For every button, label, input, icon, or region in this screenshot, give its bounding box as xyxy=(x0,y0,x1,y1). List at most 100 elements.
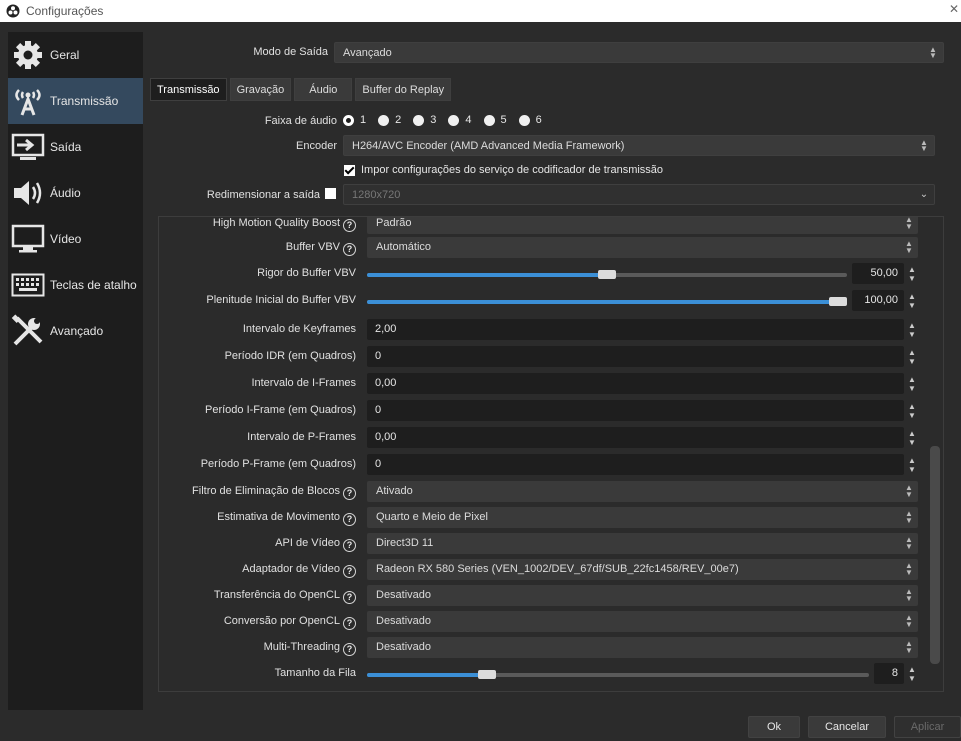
video-api-select[interactable]: Direct3D 11 ▲ ▼ xyxy=(367,533,918,554)
sidebar-item-label: Transmissão xyxy=(50,94,119,108)
pframe-interval-input[interactable]: 0,00 xyxy=(367,427,904,448)
settings-sidebar: Geral Transmissão Saída Áudio Vídeo Tecl… xyxy=(8,32,143,710)
help-icon[interactable]: ? xyxy=(343,565,356,578)
ok-button[interactable]: Ok xyxy=(748,716,800,738)
idr-input[interactable]: 0 xyxy=(367,346,904,367)
encoder-settings-panel: High Motion Quality Boost? Padrão ▲ ▼ Buff… xyxy=(158,216,944,692)
vbv-fill-slider[interactable] xyxy=(367,297,847,306)
select-value: Automático xyxy=(376,241,432,253)
spin-arrows-icon[interactable]: ▲ ▼ xyxy=(905,263,919,284)
setting-row-keyframe: Intervalo de Keyframes 2,00 ▲ ▼ xyxy=(159,319,939,341)
help-icon[interactable]: ? xyxy=(343,243,356,256)
close-icon[interactable]: ✕ xyxy=(949,2,959,16)
help-icon[interactable]: ? xyxy=(343,487,356,500)
spin-arrows-icon[interactable]: ▲ ▼ xyxy=(905,373,919,394)
setting-label: Multi-Threading? xyxy=(264,641,356,656)
spin-arrows-icon[interactable]: ▲ ▼ xyxy=(905,290,919,311)
slider-handle[interactable] xyxy=(478,670,497,679)
help-icon[interactable]: ? xyxy=(343,617,356,630)
select-value: Direct3D 11 xyxy=(376,537,434,549)
opencl-convert-select[interactable]: Desativado ▲ ▼ xyxy=(367,611,918,632)
updown-arrows-icon: ▲ ▼ xyxy=(905,216,913,231)
high-motion-select[interactable]: Padrão ▲ ▼ xyxy=(367,216,918,234)
sidebar-item-output[interactable]: Saída xyxy=(8,124,143,170)
multithread-select[interactable]: Desativado ▲ ▼ xyxy=(367,637,918,658)
setting-label: Período IDR (em Quadros) xyxy=(224,350,356,362)
help-icon[interactable]: ? xyxy=(343,513,356,526)
sidebar-item-stream[interactable]: Transmissão xyxy=(8,78,143,124)
encoder-select[interactable]: H264/AVC Encoder (AMD Advanced Media Fra… xyxy=(343,135,935,156)
panel-scrollbar[interactable] xyxy=(930,446,940,664)
audio-track-radio-2[interactable] xyxy=(378,114,390,126)
iframe-period-input[interactable]: 0 xyxy=(367,400,904,421)
updown-arrows-icon: ▲ ▼ xyxy=(920,138,928,153)
iframe-interval-input[interactable]: 0,00 xyxy=(367,373,904,394)
speaker-icon xyxy=(10,175,46,211)
queue-size-slider[interactable] xyxy=(367,670,869,679)
help-icon[interactable]: ? xyxy=(343,539,356,552)
vbv-fill-value[interactable]: 100,00 xyxy=(852,290,904,311)
video-adapter-select[interactable]: Radeon RX 580 Series (VEN_1002/DEV_67df/… xyxy=(367,559,918,580)
sidebar-item-hotkeys[interactable]: Teclas de atalho xyxy=(8,262,143,308)
obs-logo-icon xyxy=(6,4,20,18)
tab-replay-buffer[interactable]: Buffer do Replay xyxy=(355,78,452,101)
audio-track-radio-6[interactable] xyxy=(518,114,530,126)
setting-label: Intervalo de I-Frames xyxy=(251,377,356,389)
deblock-select[interactable]: Ativado ▲ ▼ xyxy=(367,481,918,502)
vbv-select[interactable]: Automático ▲ ▼ xyxy=(367,237,918,258)
output-mode-select[interactable]: Avançado ▲ ▼ xyxy=(334,42,944,63)
slider-handle[interactable] xyxy=(598,270,616,279)
motion-estimation-select[interactable]: Quarto e Meio de Pixel ▲ ▼ xyxy=(367,507,918,528)
setting-row-queue: Tamanho da Fila 8 ▲ ▼ xyxy=(159,663,939,685)
encoder-label: Encoder xyxy=(296,140,337,152)
audio-track-radio-3[interactable] xyxy=(413,114,425,126)
sidebar-item-label: Áudio xyxy=(50,186,81,200)
spin-arrows-icon[interactable]: ▲ ▼ xyxy=(905,454,919,475)
queue-size-value[interactable]: 8 xyxy=(874,663,904,684)
audio-track-radio-1[interactable] xyxy=(343,114,354,126)
enforce-settings-checkbox[interactable] xyxy=(344,164,355,176)
setting-row-api: API de Vídeo? Direct3D 11 ▲ ▼ xyxy=(159,533,939,555)
output-tabs: Transmissão Gravação Áudio Buffer do Rep… xyxy=(150,78,454,101)
slider-handle[interactable] xyxy=(829,297,847,306)
rescale-select[interactable]: 1280x720 ⌄ xyxy=(343,184,935,205)
updown-arrows-icon: ▲ ▼ xyxy=(905,613,913,629)
pframe-period-input[interactable]: 0 xyxy=(367,454,904,475)
monitor-icon xyxy=(10,221,46,257)
sidebar-item-advanced[interactable]: Avançado xyxy=(8,308,143,354)
setting-label: Transferência do OpenCL? xyxy=(214,589,356,604)
help-icon[interactable]: ? xyxy=(343,591,356,604)
select-value: Radeon RX 580 Series (VEN_1002/DEV_67df/… xyxy=(376,563,739,575)
spin-arrows-icon[interactable]: ▲ ▼ xyxy=(905,346,919,367)
setting-label: Período I-Frame (em Quadros) xyxy=(205,404,356,416)
rescale-checkbox[interactable] xyxy=(325,188,336,199)
setting-row-vbv: Buffer VBV? Automático ▲ ▼ xyxy=(159,237,939,259)
setting-label: API de Vídeo? xyxy=(275,537,356,552)
tab-recording[interactable]: Gravação xyxy=(229,78,292,101)
tab-audio[interactable]: Áudio xyxy=(294,78,353,101)
radio-label: 4 xyxy=(465,114,472,126)
radio-label: 1 xyxy=(360,114,367,126)
sidebar-item-general[interactable]: Geral xyxy=(8,32,143,78)
vbv-strict-slider[interactable] xyxy=(367,270,847,279)
keyframe-input[interactable]: 2,00 xyxy=(367,319,904,340)
vbv-strict-value[interactable]: 50,00 xyxy=(852,263,904,284)
cancel-button[interactable]: Cancelar xyxy=(808,716,886,738)
spin-arrows-icon[interactable]: ▲ ▼ xyxy=(905,663,919,684)
help-icon[interactable]: ? xyxy=(343,219,356,232)
audio-track-radio-5[interactable] xyxy=(483,114,495,126)
setting-row-deblock: Filtro de Eliminação de Blocos? Ativado ▲… xyxy=(159,481,939,503)
spin-arrows-icon[interactable]: ▲ ▼ xyxy=(905,400,919,421)
spin-arrows-icon[interactable]: ▲ ▼ xyxy=(905,427,919,448)
sidebar-item-audio[interactable]: Áudio xyxy=(8,170,143,216)
sidebar-item-video[interactable]: Vídeo xyxy=(8,216,143,262)
select-value: Padrão xyxy=(376,217,412,229)
apply-button[interactable]: Aplicar xyxy=(894,716,961,738)
sidebar-item-label: Vídeo xyxy=(50,232,82,246)
help-icon[interactable]: ? xyxy=(343,643,356,656)
spin-arrows-icon[interactable]: ▲ ▼ xyxy=(905,319,919,340)
tab-stream[interactable]: Transmissão xyxy=(150,78,227,101)
select-value: Ativado xyxy=(376,485,413,497)
audio-track-radio-4[interactable] xyxy=(448,114,460,126)
opencl-transfer-select[interactable]: Desativado ▲ ▼ xyxy=(367,585,918,606)
